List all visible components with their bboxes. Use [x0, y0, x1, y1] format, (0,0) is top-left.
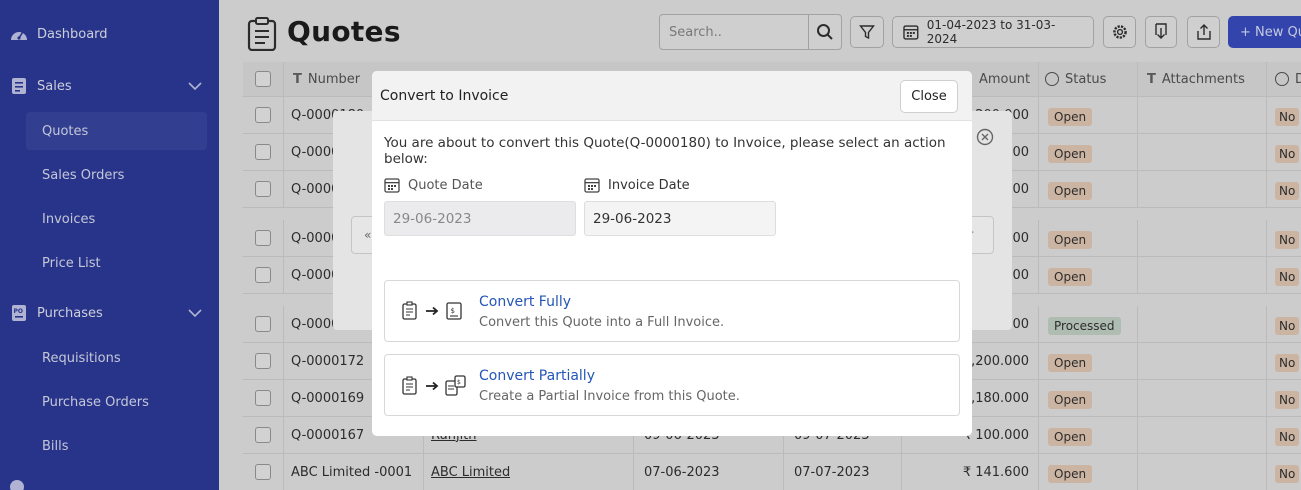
quote-document-icon	[402, 301, 417, 320]
invoice-date-label: Invoice Date	[584, 177, 690, 193]
partial-invoice-icon: $	[445, 375, 466, 396]
quote-date-label: Quote Date	[384, 177, 483, 193]
calendar-icon	[584, 178, 600, 193]
arrow-right-icon	[426, 381, 439, 391]
svg-text:$: $	[451, 307, 455, 315]
option-description: Create a Partial Invoice from this Quote…	[479, 389, 740, 404]
convert-fully-option[interactable]: $ Convert Fully Convert this Quote into …	[384, 280, 960, 342]
dialog-header: Convert to Invoice Close	[372, 71, 972, 121]
convert-partially-option[interactable]: $ Convert Partially Create a Partial Inv…	[384, 354, 960, 416]
quote-document-icon	[402, 376, 417, 395]
invoice-document-icon: $	[446, 302, 462, 320]
quote-date-field: 29-06-2023	[384, 201, 576, 236]
invoice-date-field[interactable]: 29-06-2023	[584, 201, 776, 236]
dialog-title: Convert to Invoice	[380, 88, 509, 104]
close-button[interactable]: Close	[900, 80, 958, 113]
option-title: Convert Partially	[479, 368, 595, 384]
option-description: Convert this Quote into a Full Invoice.	[479, 315, 725, 330]
calendar-icon	[384, 178, 400, 193]
option-title: Convert Fully	[479, 294, 572, 310]
arrow-right-icon	[426, 306, 439, 316]
close-circle-icon[interactable]	[976, 128, 994, 146]
convert-to-invoice-dialog: Convert to Invoice Close You are about t…	[372, 71, 972, 436]
dialog-message: You are about to convert this Quote(Q-00…	[384, 135, 946, 167]
svg-text:$: $	[457, 379, 461, 386]
